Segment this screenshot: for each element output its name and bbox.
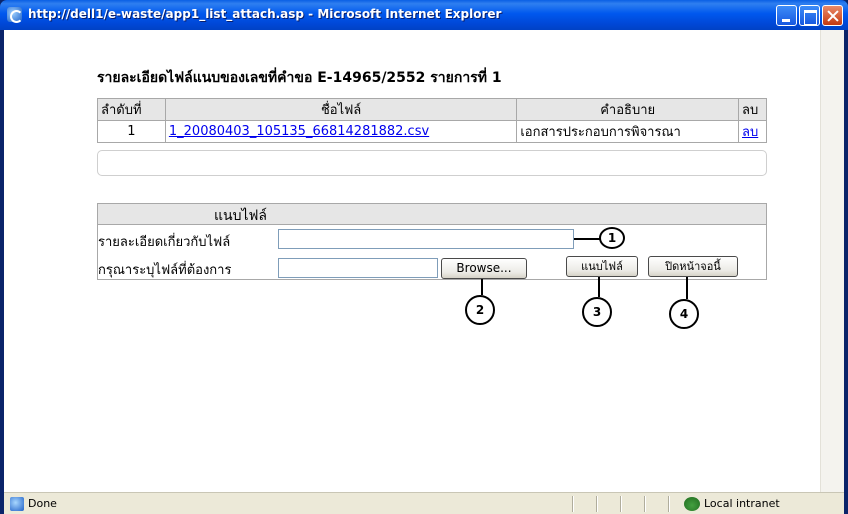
cell-file-name: 1_20080403_105135_66814281882.csv [164,120,518,143]
file-path-input[interactable] [278,258,438,278]
status-separator [620,496,621,512]
status-separator [644,496,645,512]
callout-3-leader [598,277,600,297]
browser-window: http://dell1/e-waste/app1_list_attach.as… [0,0,848,514]
browse-button[interactable]: Browse... [441,258,527,279]
ie-page-icon [10,497,24,511]
callout-2: 2 [465,295,495,325]
minimize-button[interactable] [776,5,797,26]
title-bar[interactable]: http://dell1/e-waste/app1_list_attach.as… [0,0,848,30]
status-separator [668,496,669,512]
security-zone: Local intranet [704,497,780,510]
vertical-scrollbar[interactable] [820,30,844,492]
table-row: 1 1_20080403_105135_66814281882.csv เอกส… [97,120,767,143]
table-header-row: ลำดับที่ ชื่อไฟล์ คำอธิบาย ลบ [97,98,767,121]
cell-order: 1 [97,120,166,143]
attach-panel-header: แนบไฟล์ [98,204,766,225]
maximize-button[interactable] [799,5,820,26]
col-header-order: ลำดับที่ [97,98,166,121]
close-window-button[interactable] [822,5,843,26]
attach-file-button[interactable]: แนบไฟล์ [566,256,638,277]
col-header-description: คำอธิบาย [516,98,740,121]
callout-3: 3 [582,297,612,327]
callout-1: 1 [599,227,625,249]
ie-icon [7,7,23,23]
intranet-globe-icon [684,497,700,511]
close-page-button[interactable]: ปิดหน้าจอนี้ [648,256,738,277]
status-separator [572,496,573,512]
cell-delete: ลบ [738,120,767,143]
callout-2-leader [481,279,483,295]
cell-description: เอกสารประกอบการพิจารณา [516,120,740,143]
file-label: กรุณาระบุไฟล์ที่ต้องการ [98,263,232,278]
status-separator [596,496,597,512]
status-bar: Done Local intranet [4,492,844,514]
attach-panel-heading: แนบไฟล์ [214,208,268,224]
status-text: Done [28,497,57,510]
window-title: http://dell1/e-waste/app1_list_attach.as… [28,7,502,21]
callout-4-leader [686,277,688,299]
page-title: รายละเอียดไฟล์แนบของเลขที่คำขอ E-14965/2… [97,70,502,86]
callout-4: 4 [669,299,699,329]
delete-link[interactable]: ลบ [742,125,758,140]
attached-files-table: ลำดับที่ ชื่อไฟล์ คำอธิบาย ลบ 1 1_200804… [97,98,767,143]
file-name-link[interactable]: 1_20080403_105135_66814281882.csv [169,124,429,139]
col-header-delete: ลบ [738,98,767,121]
files-table-footer [97,150,767,176]
description-input[interactable] [278,229,574,249]
callout-1-leader [574,238,600,240]
col-header-file-name: ชื่อไฟล์ [164,98,518,121]
description-label: รายละเอียดเกี่ยวกับไฟล์ [98,235,231,250]
